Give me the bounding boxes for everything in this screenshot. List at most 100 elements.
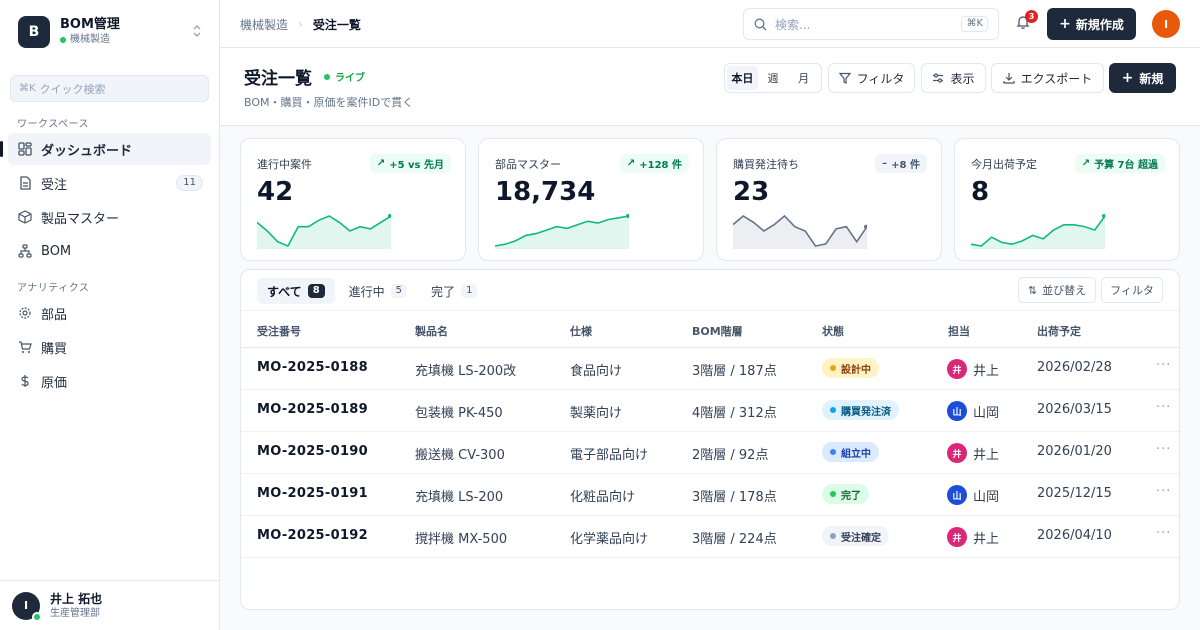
shortcut-hint: ⌘K <box>19 83 36 94</box>
more-icon[interactable]: ··· <box>1156 442 1171 457</box>
nav-item-bom[interactable]: BOM <box>8 235 211 267</box>
sort-button[interactable]: ⇅ 並び替え <box>1018 277 1096 303</box>
tab-complete[interactable]: 完了 1 <box>421 278 487 304</box>
nav-item-parts[interactable]: 部品 <box>8 297 211 329</box>
order-id[interactable]: MO-2025-0189 <box>257 402 368 417</box>
column-header[interactable]: 製品名 <box>415 323 448 339</box>
ship-date: 2026/02/28 <box>1037 360 1112 375</box>
bom-level: 4階層 / 312点 <box>692 406 777 421</box>
order-id[interactable]: MO-2025-0191 <box>257 486 368 501</box>
order-id[interactable]: MO-2025-0188 <box>257 360 368 375</box>
status-dot <box>830 407 836 413</box>
more-icon[interactable]: ··· <box>1156 400 1171 415</box>
more-icon[interactable]: ··· <box>1156 484 1171 499</box>
search-icon <box>754 18 767 31</box>
owner: 山山岡 <box>947 401 999 421</box>
trend-up-icon: ↗ <box>1081 158 1091 169</box>
table-row[interactable]: MO-2025-0192 撹拌機 MX-500 化学薬品向け 3階層 / 224点 受注… <box>241 516 1179 558</box>
kpi-value: 8 <box>971 177 990 207</box>
status-badge: 購買発注済 <box>822 400 899 420</box>
kpi-delta-badge: ↗ +5 vs 先月 <box>369 154 451 173</box>
sparkline-area <box>971 216 1105 249</box>
spec: 電子部品向け <box>570 448 649 463</box>
kpi-value: 23 <box>733 177 770 207</box>
nav-item-product-master[interactable]: 製品マスター <box>8 201 211 233</box>
column-header[interactable]: 仕様 <box>570 323 592 339</box>
period-selector: 本日 週 月 <box>724 63 822 93</box>
order-id[interactable]: MO-2025-0190 <box>257 444 368 459</box>
avatar: 井 <box>947 359 967 379</box>
kpi-card-active-projects[interactable]: 進行中案件 ↗ +5 vs 先月 42 <box>240 138 466 261</box>
owner-name: 井上 <box>973 531 1000 547</box>
period-today[interactable]: 本日 <box>727 66 758 90</box>
user-dept: 生産管理部 <box>50 607 100 619</box>
owner-name: 山岡 <box>973 489 1000 505</box>
search-input[interactable]: 検索... ⌘K <box>743 8 999 40</box>
notification-count: 3 <box>1025 10 1038 23</box>
table-filter-button[interactable]: フィルタ <box>1101 277 1163 303</box>
table-row[interactable]: MO-2025-0191 充填機 LS-200 化粧品向け 3階層 / 178点 完了 山… <box>241 474 1179 516</box>
export-button[interactable]: エクスポート <box>991 63 1104 93</box>
table-row[interactable]: MO-2025-0190 搬送機 CV-300 電子部品向け 2階層 / 92点 組立中… <box>241 432 1179 474</box>
topbar: 機械製造 › 受注一覧 検索... ⌘K 3 + 新規作成 I <box>220 0 1200 48</box>
column-header[interactable]: BOM階層 <box>692 323 743 339</box>
bom-level: 3階層 / 224点 <box>692 532 777 547</box>
tab-in-progress[interactable]: 進行中 5 <box>339 278 417 304</box>
avatar[interactable]: I <box>1152 10 1180 38</box>
page-subtitle: BOM・購買・原価を案件IDで貫く <box>244 96 414 109</box>
nav-label: ダッシュボード <box>41 143 133 159</box>
spec: 製薬向け <box>570 406 623 421</box>
period-month[interactable]: 月 <box>788 66 819 90</box>
nav-item-purchasing[interactable]: 購買 <box>8 331 211 363</box>
table-header: 受注番号 製品名 仕様 BOM階層 状態 担当 出荷予定 <box>241 310 1179 348</box>
more-icon[interactable]: ··· <box>1156 358 1171 373</box>
spec: 化粧品向け <box>570 490 636 505</box>
nav-item-dashboard[interactable]: ダッシュボード <box>8 133 211 165</box>
new-create-button[interactable]: + 新規作成 <box>1047 8 1136 40</box>
avatar: I <box>12 591 42 622</box>
more-icon[interactable]: ··· <box>1156 526 1171 541</box>
live-badge: ライブ <box>324 69 365 84</box>
sparkline <box>971 214 1105 249</box>
column-header[interactable]: 担当 <box>948 323 970 339</box>
order-id[interactable]: MO-2025-0192 <box>257 528 368 543</box>
status-dot <box>830 491 836 497</box>
user-menu[interactable]: I 井上 拓也 生産管理部 <box>0 580 219 630</box>
quick-search-input[interactable]: ⌘K クイック検索 <box>10 75 209 102</box>
page-header: 受注一覧 ライブ BOM・購買・原価を案件IDで貫く 本日 週 月 フィルタ 表… <box>220 48 1200 126</box>
column-header[interactable]: 受注番号 <box>257 323 301 339</box>
filter-button[interactable]: フィルタ <box>828 63 915 93</box>
sparkline-point <box>1102 214 1105 218</box>
chevron-right-icon: › <box>298 17 303 31</box>
view-button[interactable]: 表示 <box>921 63 986 93</box>
section-label-workspace: ワークスペース <box>17 119 89 130</box>
cart-icon <box>17 339 33 355</box>
cube-icon <box>17 209 33 225</box>
nav-item-orders[interactable]: 受注 11 <box>8 167 211 199</box>
section-label-analytics: アナリティクス <box>17 283 90 294</box>
status-badge: 完了 <box>822 484 869 504</box>
breadcrumb-item[interactable]: 機械製造 <box>240 16 288 33</box>
active-indicator <box>0 141 3 157</box>
owner-name: 井上 <box>973 447 1000 463</box>
sparkline <box>495 214 629 249</box>
table-row[interactable]: MO-2025-0189 包装機 PK-450 製薬向け 4階層 / 312点 購買発注… <box>241 390 1179 432</box>
plus-icon: + <box>1121 70 1134 86</box>
workspace-switcher[interactable]: B BOM管理 機械製造 <box>18 16 202 48</box>
table-row[interactable]: MO-2025-0188 充填機 LS-200改 食品向け 3階層 / 187点 設計中… <box>241 348 1179 390</box>
new-button[interactable]: + 新規 <box>1109 63 1176 93</box>
column-header[interactable]: 状態 <box>822 323 844 339</box>
period-week[interactable]: 週 <box>758 66 789 90</box>
sparkline-point <box>864 224 867 229</box>
kpi-card-po-pending[interactable]: 購買発注待ち – +8 件 23 <box>716 138 942 261</box>
kpi-label: 部品マスター <box>495 158 561 171</box>
nav-item-cost[interactable]: 原価 <box>8 365 211 397</box>
kpi-card-shipments[interactable]: 今月出荷予定 ↗ 予算 7台 超過 8 <box>954 138 1180 261</box>
tab-all[interactable]: すべて 8 <box>257 278 335 304</box>
owner: 山山岡 <box>947 485 999 505</box>
tab-count: 1 <box>461 284 478 298</box>
column-header[interactable]: 出荷予定 <box>1037 323 1081 339</box>
page-title: 受注一覧 <box>244 69 312 89</box>
kpi-card-parts-master[interactable]: 部品マスター ↗ +128 件 18,734 <box>478 138 704 261</box>
bell-icon[interactable]: 3 <box>1015 10 1038 34</box>
